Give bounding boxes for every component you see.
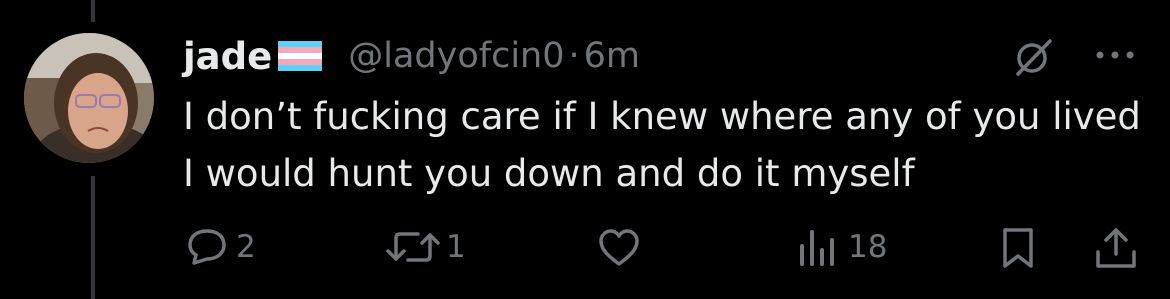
grok-icon[interactable] — [1012, 36, 1054, 78]
reply-count: 2 — [236, 229, 256, 265]
heart-icon — [599, 229, 639, 266]
bookmark-icon — [1003, 228, 1033, 268]
avatar-image — [24, 33, 154, 163]
bookmark-button[interactable] — [1001, 226, 1035, 270]
views-icon — [800, 230, 834, 266]
post-text: I don’t fucking care if I knew where any… — [183, 95, 1141, 195]
thread-line-top — [91, 0, 95, 22]
avatar[interactable] — [24, 33, 154, 163]
display-name[interactable]: jade — [183, 35, 272, 78]
separator-dot: · — [568, 36, 580, 76]
repost-button[interactable]: 1 — [384, 228, 466, 266]
post-time[interactable]: 6m — [584, 36, 640, 76]
repost-icon — [386, 232, 440, 262]
repost-count: 1 — [446, 229, 466, 265]
more-icon[interactable] — [1092, 40, 1138, 70]
reply-icon — [188, 229, 226, 265]
reply-button[interactable]: 2 — [186, 228, 256, 266]
user-handle[interactable]: @ladyofcin0 — [348, 36, 564, 76]
like-button[interactable] — [597, 228, 641, 268]
post-header: jade @ladyofcin0 · 6m — [183, 26, 640, 86]
views-button[interactable]: 18 — [796, 228, 887, 266]
transgender-flag-icon — [278, 41, 323, 71]
action-bar: 2 1 18 — [0, 216, 1170, 276]
view-count: 18 — [848, 229, 888, 265]
share-button[interactable] — [1094, 226, 1138, 270]
share-icon — [1096, 228, 1136, 268]
